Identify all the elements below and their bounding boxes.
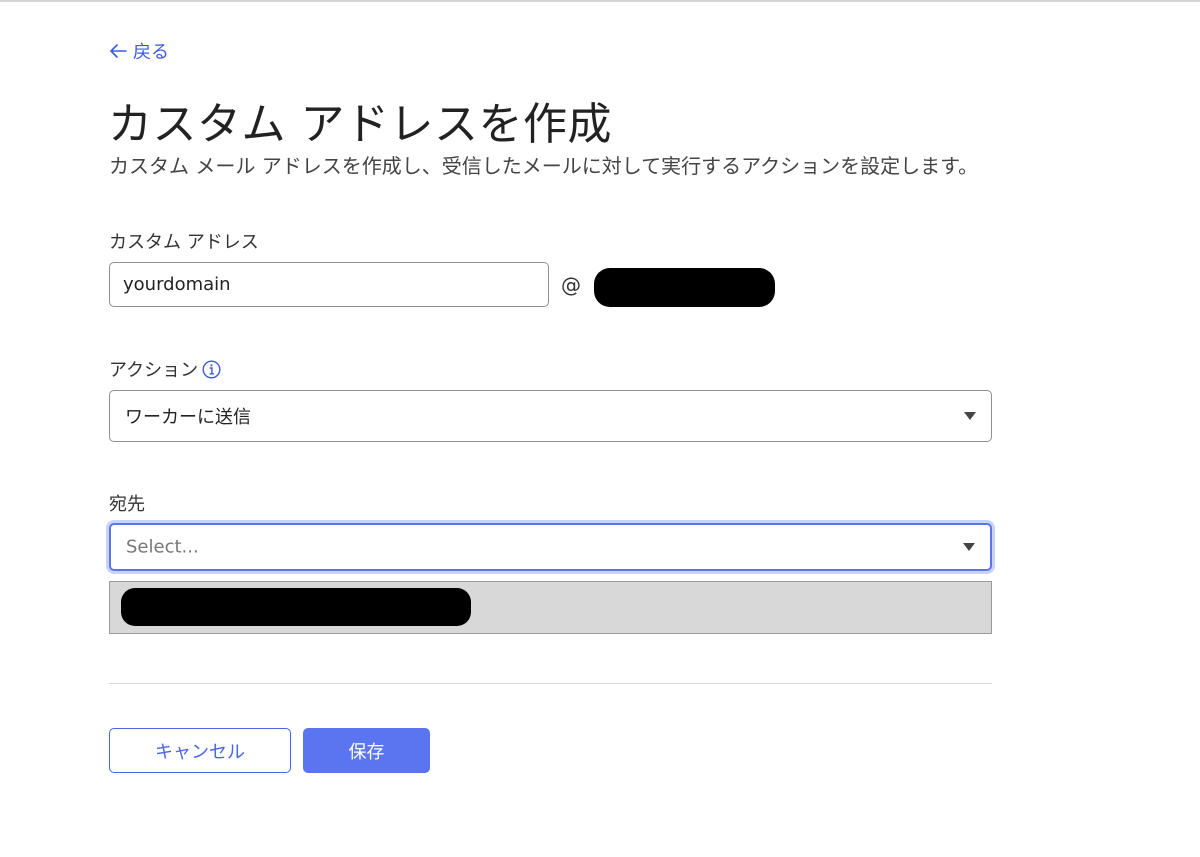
- destination-select-placeholder: Select...: [126, 536, 199, 558]
- destination-select[interactable]: Select...: [109, 523, 992, 571]
- redacted-domain: [594, 268, 775, 307]
- back-link[interactable]: 戻る: [109, 38, 169, 64]
- chevron-down-icon: [963, 543, 975, 551]
- at-symbol: @: [561, 273, 581, 297]
- page-title: カスタム アドレスを作成: [108, 99, 612, 150]
- cancel-button[interactable]: キャンセル: [109, 728, 291, 773]
- action-label-row: アクション: [109, 356, 221, 382]
- destination-label: 宛先: [109, 494, 145, 515]
- redacted-option-text: [121, 588, 471, 626]
- custom-address-label: カスタム アドレス: [109, 232, 259, 253]
- action-select[interactable]: ワーカーに送信: [109, 390, 992, 442]
- action-select-value: ワーカーに送信: [125, 407, 251, 428]
- page-subtitle: カスタム メール アドレスを作成し、受信したメールに対して実行するアクションを設…: [109, 154, 979, 178]
- info-circle-icon[interactable]: [202, 359, 221, 379]
- divider: [109, 683, 992, 684]
- destination-option[interactable]: [109, 581, 992, 634]
- arrow-left-icon: [110, 44, 127, 58]
- custom-address-input[interactable]: [109, 262, 549, 307]
- action-label: アクション: [109, 360, 199, 381]
- save-button[interactable]: 保存: [303, 728, 430, 773]
- chevron-down-icon: [964, 412, 976, 420]
- top-border: [0, 0, 1200, 2]
- back-link-label: 戻る: [133, 42, 169, 63]
